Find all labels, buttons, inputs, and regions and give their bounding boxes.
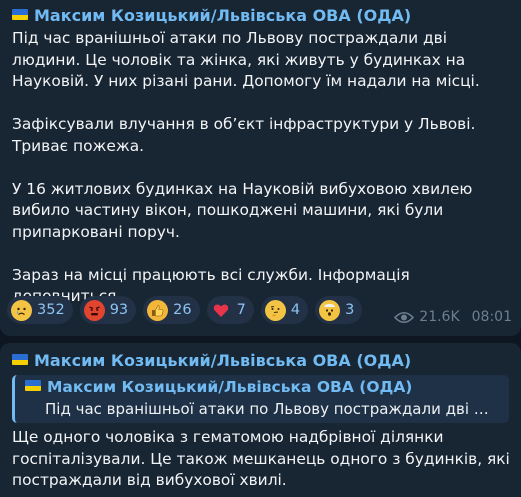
channel-post: Максим Козицький/Львівська ОВА (ОДА) Мак…: [0, 343, 521, 497]
reaction-count: 3: [345, 302, 355, 318]
post-paragraph: У 16 житлових будинках на Науковій вибух…: [12, 179, 473, 241]
reaction-exploding-head[interactable]: 3: [315, 296, 363, 324]
reaction-heart[interactable]: 7: [206, 296, 254, 324]
post-meta: 21.6K 08:01: [394, 309, 512, 325]
channel-post: Максим Козицький/Львівська ОВА (ОДА) Під…: [0, 0, 521, 336]
views-eye-icon: [394, 311, 415, 323]
reply-quote-text: Під час вранішньої атаки по Львову постр…: [45, 400, 495, 418]
post-paragraph: Ще одного чоловіка з гематомою надбрівно…: [12, 428, 510, 489]
crying-face-icon: [11, 299, 32, 321]
post-paragraph: Під час вранішньої атаки по Львову постр…: [12, 29, 480, 90]
reaction-count: 93: [109, 302, 129, 318]
reaction-angry[interactable]: 93: [79, 296, 137, 324]
reaction-crying[interactable]: 352: [7, 296, 73, 324]
post-body: Під час вранішньої атаки по Львову постр…: [12, 28, 512, 308]
ukraine-flag-icon: [12, 354, 28, 365]
angry-face-icon: [83, 299, 105, 321]
post-time: 08:01: [471, 309, 512, 325]
reply-quote[interactable]: Максим Козицький/Львівська ОВА (ОДА) Під…: [12, 375, 509, 423]
ukraine-flag-icon: [12, 9, 28, 20]
post-author[interactable]: Максим Козицький/Львівська ОВА (ОДА): [12, 6, 411, 26]
reaction-count: 26: [173, 302, 192, 318]
post-author[interactable]: Максим Козицький/Львівська ОВА (ОДА): [12, 351, 411, 371]
post-body: Ще одного чоловіка з гематомою надбрівно…: [12, 427, 512, 492]
views-count: 21.6K: [419, 309, 460, 325]
reactions-bar: 352 93 26 7 4 3: [7, 296, 363, 324]
reaction-thinking[interactable]: 4: [260, 296, 309, 324]
reaction-thumbs-up[interactable]: 26: [143, 296, 200, 324]
reaction-count: 7: [236, 302, 246, 318]
red-heart-icon: [211, 300, 232, 321]
exploding-head-icon: [319, 299, 341, 321]
reaction-count: 4: [290, 302, 301, 318]
thumbs-up-icon: [147, 299, 169, 321]
reply-quote-author-name: Максим Козицький/Львівська ОВА (ОДА): [47, 378, 413, 396]
ukraine-flag-icon: [25, 380, 41, 391]
post-author-name: Максим Козицький/Львівська ОВА (ОДА): [34, 6, 412, 25]
thinking-face-icon: [264, 299, 286, 321]
post-author-name: Максим Козицький/Львівська ОВА (ОДА): [34, 351, 412, 370]
post-paragraph: Зафіксували влучання в об’єкт інфраструк…: [12, 115, 476, 155]
reply-quote-author: Максим Козицький/Львівська ОВА (ОДА): [25, 378, 412, 396]
reaction-count: 352: [37, 302, 65, 318]
